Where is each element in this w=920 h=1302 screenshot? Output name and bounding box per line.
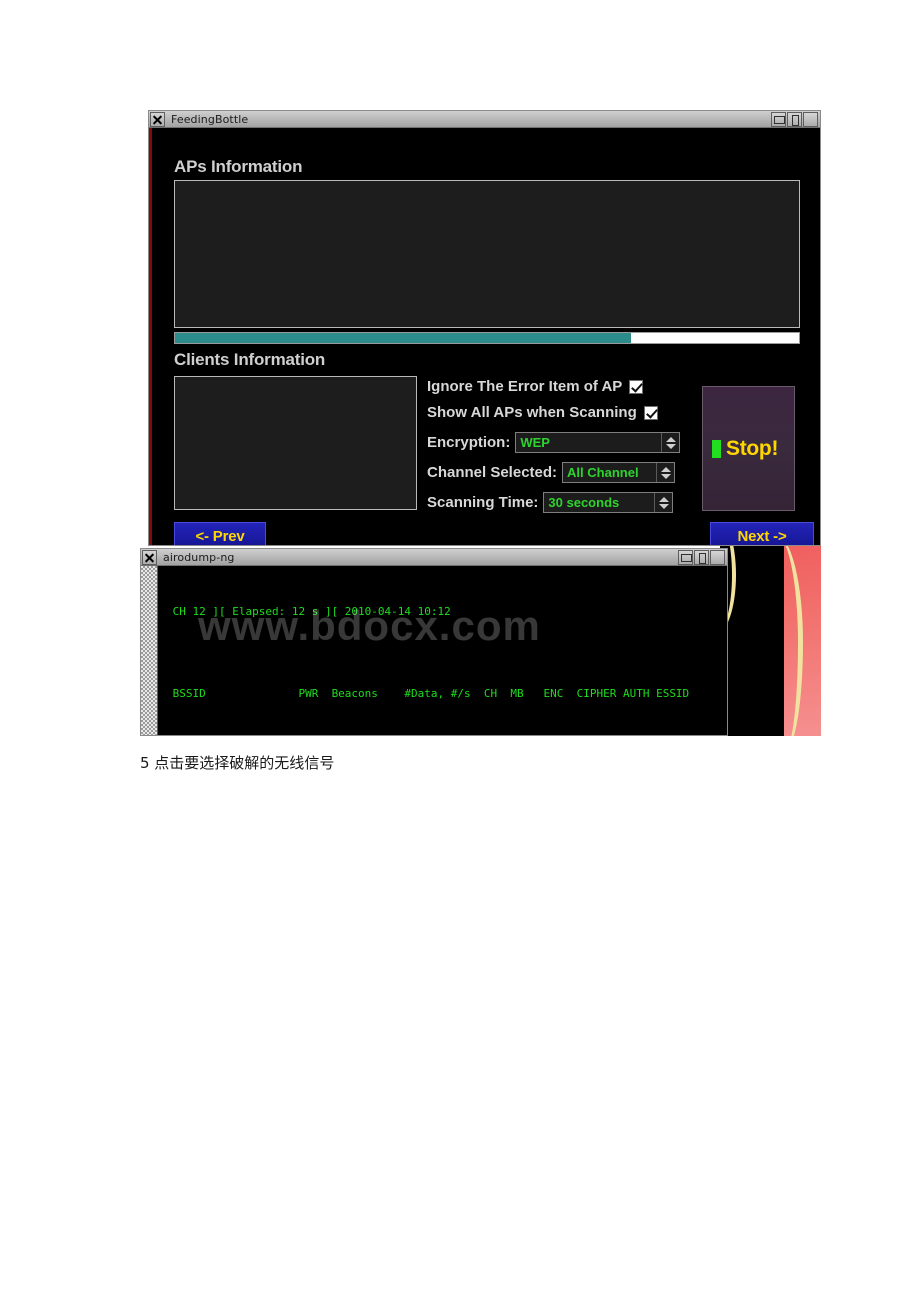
iconify-icon[interactable] — [771, 111, 786, 127]
terminal-spacer — [166, 731, 727, 735]
page-root: FeedingBottle APs Information Clients In… — [0, 0, 920, 1302]
terminal-output: CH 12 ][ Elapsed: 12 s ][ 2010-04-14 10:… — [158, 566, 727, 735]
wallpaper-curve-a — [758, 545, 803, 736]
maximize-icon[interactable] — [787, 111, 802, 127]
aps-information-list[interactable] — [174, 180, 800, 328]
chevron-up-icon[interactable] — [658, 496, 669, 502]
chevron-up-icon[interactable] — [660, 466, 671, 472]
scanning-time-spinner[interactable] — [654, 493, 672, 512]
show-all-aps-checkbox[interactable] — [643, 405, 658, 420]
encryption-value: WEP — [520, 435, 550, 450]
clients-information-title: Clients Information — [174, 350, 326, 369]
page-caption: 5 点击要选择破解的无线信号 — [140, 754, 335, 772]
scan-progress-fill — [175, 333, 631, 343]
scanning-time-select[interactable]: 30 seconds — [543, 492, 674, 513]
feedingbottle-titlebar[interactable]: FeedingBottle — [149, 111, 820, 128]
close-icon[interactable] — [142, 549, 157, 565]
screenshot-region: FeedingBottle APs Information Clients In… — [140, 108, 821, 736]
feedingbottle-body: APs Information Clients Information Igno… — [152, 128, 820, 545]
airodump-body: CH 12 ][ Elapsed: 12 s ][ 2010-04-14 10:… — [141, 566, 727, 735]
airodump-window: airodump-ng CH 12 ][ Elapsed: 12 s ][ 20… — [140, 548, 728, 736]
aps-information-title: APs Information — [174, 157, 303, 176]
encryption-label: Encryption: — [427, 434, 511, 451]
terminal-scrollbar[interactable] — [141, 566, 158, 735]
channel-select[interactable]: All Channel — [562, 462, 676, 483]
close-icon[interactable] — [150, 111, 165, 127]
channel-row: Channel Selected: All Channel — [427, 462, 695, 483]
next-button[interactable]: Next -> — [710, 522, 814, 545]
ignore-error-checkbox[interactable] — [629, 379, 644, 394]
chevron-down-icon[interactable] — [660, 473, 671, 479]
encryption-select[interactable]: WEP — [515, 432, 681, 453]
show-all-aps-row[interactable]: Show All APs when Scanning — [427, 404, 658, 421]
scanning-time-row: Scanning Time: 30 seconds — [427, 492, 695, 513]
feedingbottle-window: FeedingBottle APs Information Clients In… — [148, 110, 821, 546]
chevron-down-icon[interactable] — [658, 503, 669, 509]
chevron-down-icon[interactable] — [665, 443, 676, 449]
terminal-ap-header: BSSID PWR Beacons #Data, #/s CH MB ENC C… — [166, 687, 690, 700]
channel-label: Channel Selected: — [427, 464, 558, 481]
ignore-error-row[interactable]: Ignore The Error Item of AP — [427, 378, 644, 395]
airodump-titlebar[interactable]: airodump-ng — [141, 549, 727, 566]
channel-value: All Channel — [567, 465, 639, 480]
maximize-icon[interactable] — [694, 549, 709, 565]
prev-button[interactable]: <- Prev — [174, 522, 266, 545]
ignore-error-label: Ignore The Error Item of AP — [427, 378, 623, 395]
status-indicator-icon — [712, 439, 721, 458]
window-extra-button[interactable] — [803, 111, 818, 127]
iconify-icon[interactable] — [678, 549, 693, 565]
show-all-aps-label: Show All APs when Scanning — [427, 404, 637, 421]
desktop-wallpaper — [720, 545, 821, 736]
terminal-status-line: CH 12 ][ Elapsed: 12 s ][ 2010-04-14 10:… — [166, 605, 451, 618]
watermark-text: www.bdocx.com — [198, 602, 541, 649]
titlebar-buttons — [678, 549, 727, 565]
window-extra-button[interactable] — [710, 549, 725, 565]
scanning-time-value: 30 seconds — [548, 495, 620, 510]
stop-button[interactable]: Stop! — [702, 386, 795, 511]
stop-button-label: Stop! — [726, 436, 779, 460]
terminal-spacer — [166, 649, 727, 656]
titlebar-buttons — [771, 111, 820, 127]
channel-spinner[interactable] — [656, 463, 674, 482]
encryption-row: Encryption: WEP — [427, 432, 695, 453]
chevron-up-icon[interactable] — [665, 436, 676, 442]
scan-progress-bar — [174, 332, 800, 344]
clients-information-list[interactable] — [174, 376, 417, 510]
scanning-time-label: Scanning Time: — [427, 494, 539, 511]
window-title: FeedingBottle — [171, 112, 249, 126]
encryption-spinner[interactable] — [661, 433, 679, 452]
window-title: airodump-ng — [163, 550, 235, 564]
